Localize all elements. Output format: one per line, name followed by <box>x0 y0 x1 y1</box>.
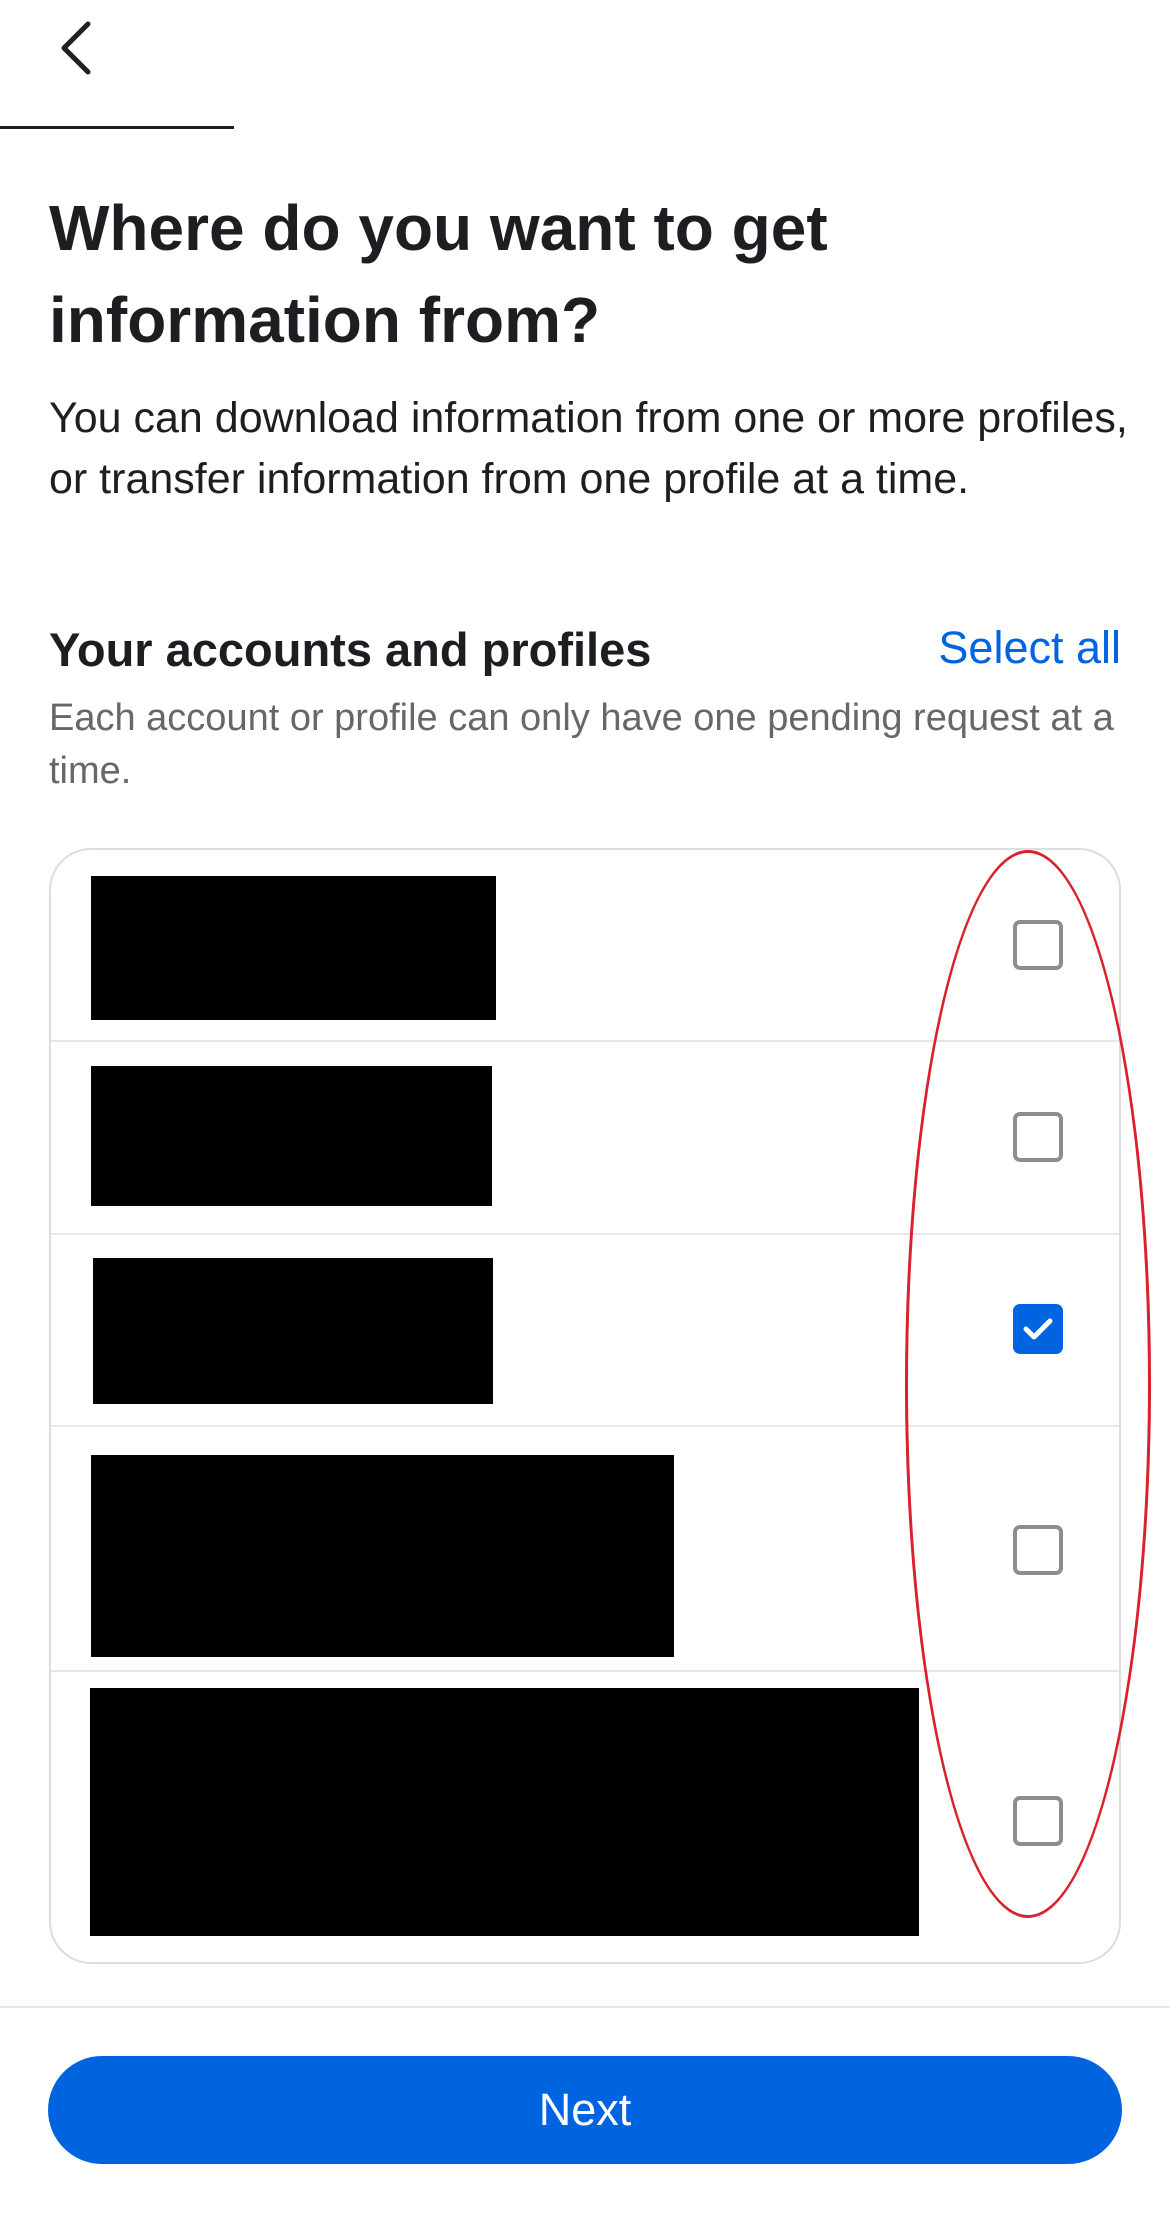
account-checkbox[interactable] <box>1013 1525 1063 1575</box>
account-checkbox[interactable] <box>1013 1796 1063 1846</box>
redacted-account-name <box>91 1455 674 1657</box>
page-description: You can download information from one or… <box>49 394 1128 503</box>
back-button[interactable] <box>40 12 112 84</box>
redacted-account-name <box>91 876 496 1020</box>
next-button[interactable]: Next <box>48 2056 1122 2164</box>
redacted-account-name <box>90 1688 919 1936</box>
section-title: Your accounts and profiles <box>49 623 652 676</box>
top-bar <box>0 0 1170 130</box>
accounts-list <box>49 848 1121 1964</box>
account-row[interactable] <box>51 850 1119 1042</box>
account-row[interactable] <box>51 1427 1119 1672</box>
redacted-account-name <box>91 1066 492 1206</box>
chevron-left-icon <box>61 21 91 75</box>
checkmark-icon <box>1023 1318 1053 1340</box>
page-title: Where do you want to get information fro… <box>49 192 828 356</box>
account-row[interactable] <box>51 1235 1119 1427</box>
account-checkbox[interactable] <box>1013 920 1063 970</box>
account-row[interactable] <box>51 1042 1119 1235</box>
select-all-link[interactable]: Select all <box>938 622 1121 674</box>
account-checkbox-checked[interactable] <box>1013 1304 1063 1354</box>
account-checkbox[interactable] <box>1013 1112 1063 1162</box>
redacted-account-name <box>93 1258 493 1404</box>
header-divider <box>0 126 234 129</box>
accounts-section-header: Your accounts and profiles Select all <box>49 620 1121 690</box>
account-row[interactable] <box>51 1672 1119 1962</box>
section-subtitle: Each account or profile can only have on… <box>49 697 1114 792</box>
footer-divider <box>0 2006 1170 2008</box>
